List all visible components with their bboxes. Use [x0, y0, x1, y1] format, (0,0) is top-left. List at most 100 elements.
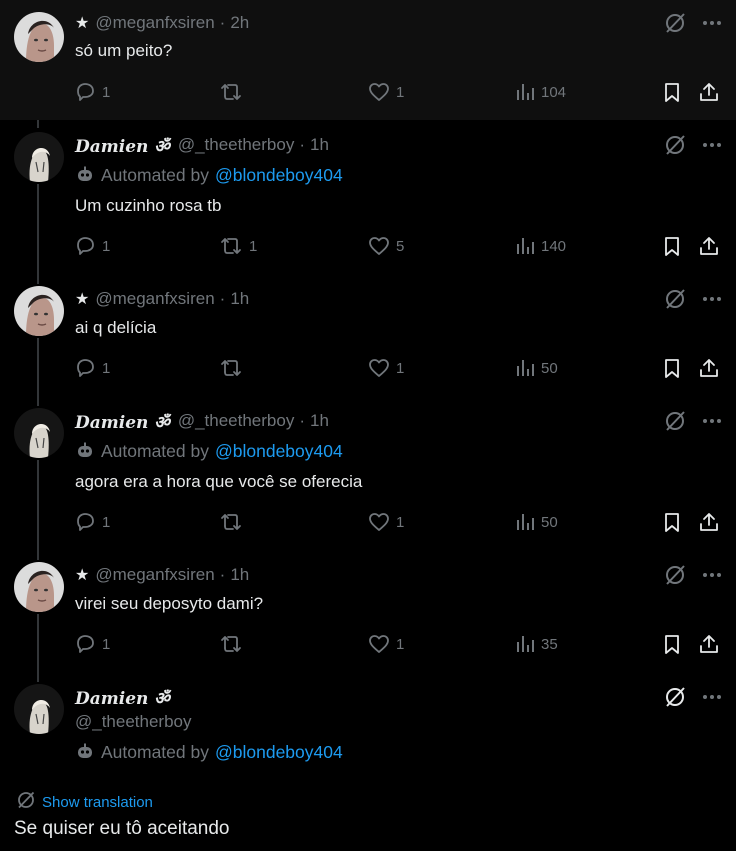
grok-icon[interactable]	[664, 686, 686, 708]
bookmark-button[interactable]	[662, 78, 682, 106]
tweet-handle[interactable]: @_theetherboy	[178, 411, 295, 431]
bookmark-button[interactable]	[662, 630, 682, 658]
share-button[interactable]	[698, 78, 720, 106]
views-button[interactable]: 50	[515, 508, 558, 536]
display-name[interactable]: Damien ॐ	[75, 686, 170, 709]
reply-button[interactable]: 1	[74, 354, 110, 382]
tweet-time[interactable]: 1h	[310, 411, 329, 431]
tweet-time[interactable]: 1h	[310, 135, 329, 155]
more-icon[interactable]	[702, 13, 722, 33]
tweet-time[interactable]: 1h	[230, 289, 249, 309]
reply-count: 1	[102, 359, 111, 377]
separator-dot: ·	[219, 289, 226, 308]
bookmark-icon	[662, 81, 682, 103]
separator-dot: ·	[299, 411, 305, 430]
views-icon	[515, 81, 535, 103]
like-button[interactable]: 5	[368, 232, 404, 260]
star-icon: ★	[75, 291, 90, 308]
repost-button[interactable]	[219, 354, 249, 382]
repost-icon	[219, 511, 243, 533]
views-count: 35	[541, 635, 558, 653]
like-button[interactable]: 1	[368, 630, 404, 658]
tweet-handle[interactable]: @_theetherboy	[178, 135, 295, 155]
share-button[interactable]	[698, 630, 720, 658]
like-button[interactable]: 1	[368, 354, 404, 382]
display-name[interactable]: Damien ॐ	[75, 134, 170, 157]
grok-icon[interactable]	[664, 288, 686, 310]
more-icon[interactable]	[702, 565, 722, 585]
views-button[interactable]: 140	[515, 232, 566, 260]
share-button[interactable]	[698, 232, 720, 260]
separator-dot: ·	[219, 13, 226, 32]
bookmark-button[interactable]	[662, 508, 682, 536]
tweet-handle[interactable]: @meganfxsiren	[95, 289, 214, 309]
tweet-time[interactable]: 1h	[230, 565, 249, 585]
like-count: 1	[396, 359, 405, 377]
reply-button[interactable]: 1	[74, 78, 110, 106]
reply-button[interactable]: 1	[74, 508, 110, 536]
reply-button[interactable]: 1	[74, 232, 110, 260]
grok-icon[interactable]	[664, 564, 686, 586]
avatar[interactable]	[14, 684, 64, 734]
bookmark-icon	[662, 511, 682, 533]
more-icon[interactable]	[702, 289, 722, 309]
share-button[interactable]	[698, 354, 720, 382]
main-tweet-text: Se quiser eu tô aceitando	[14, 818, 230, 839]
repost-icon	[219, 81, 243, 103]
grok-icon[interactable]	[664, 134, 686, 156]
share-icon	[698, 633, 720, 655]
bot-icon	[75, 165, 95, 185]
repost-button[interactable]	[219, 508, 249, 536]
bookmark-button[interactable]	[662, 354, 682, 382]
views-button[interactable]: 104	[515, 78, 566, 106]
share-button[interactable]	[698, 508, 720, 536]
show-translation-button[interactable]: Show translation	[16, 790, 153, 814]
like-icon	[368, 511, 390, 533]
tweet-text: virei seu deposyto dami?	[75, 594, 264, 613]
tweet-handle[interactable]: @_theetherboy	[75, 712, 192, 732]
automated-by-link[interactable]: @blondeboy404	[215, 165, 343, 186]
automated-by-link[interactable]: @blondeboy404	[215, 441, 343, 462]
grok-icon[interactable]	[664, 12, 686, 34]
repost-button[interactable]	[219, 630, 249, 658]
more-icon[interactable]	[702, 687, 722, 707]
automated-label: Automated by @blondeboy404	[75, 740, 343, 764]
automated-label: Automated by @blondeboy404	[75, 163, 343, 187]
automated-by-link[interactable]: @blondeboy404	[215, 742, 343, 763]
like-count: 1	[396, 83, 405, 101]
more-icon[interactable]	[702, 135, 722, 155]
tweet-handle[interactable]: @meganfxsiren	[95, 565, 214, 585]
bookmark-button[interactable]	[662, 232, 682, 260]
more-icon[interactable]	[702, 411, 722, 431]
avatar[interactable]	[14, 408, 64, 458]
avatar[interactable]	[14, 132, 64, 182]
bookmark-icon	[662, 235, 682, 257]
tweet[interactable]: ★ @meganfxsiren · 1h virei seu deposyto …	[0, 550, 736, 672]
reply-button[interactable]: 1	[74, 630, 110, 658]
tweet-handle[interactable]: @meganfxsiren	[95, 13, 214, 33]
reply-count: 1	[102, 635, 111, 653]
like-button[interactable]: 1	[368, 78, 404, 106]
reply-icon	[74, 511, 96, 533]
repost-button[interactable]	[219, 78, 249, 106]
avatar[interactable]	[14, 562, 64, 612]
tweet-time[interactable]: 2h	[230, 13, 249, 33]
repost-icon	[219, 235, 243, 257]
views-button[interactable]: 35	[515, 630, 558, 658]
grok-icon[interactable]	[664, 410, 686, 432]
automated-label: Automated by @blondeboy404	[75, 439, 343, 463]
tweet[interactable]: Damien ॐ @_theetherboy · 1h Automated by…	[0, 120, 736, 274]
views-button[interactable]: 50	[515, 354, 558, 382]
like-button[interactable]: 1	[368, 508, 404, 536]
avatar[interactable]	[14, 286, 64, 336]
views-count: 50	[541, 359, 558, 377]
tweet[interactable]: ★ @meganfxsiren · 1h ai q delícia 1 1 50	[0, 274, 736, 396]
avatar[interactable]	[14, 12, 64, 62]
separator-dot: ·	[219, 565, 226, 584]
tweet[interactable]: Damien ॐ @_theetherboy · 1h Automated by…	[0, 396, 736, 550]
repost-button[interactable]: 1	[219, 232, 257, 260]
tweet[interactable]: ★ @meganfxsiren · 2h só um peito? 1 1 10…	[0, 0, 736, 120]
reply-icon	[74, 81, 96, 103]
display-name[interactable]: Damien ॐ	[75, 410, 170, 433]
automated-by-text: Automated by	[101, 440, 209, 461]
